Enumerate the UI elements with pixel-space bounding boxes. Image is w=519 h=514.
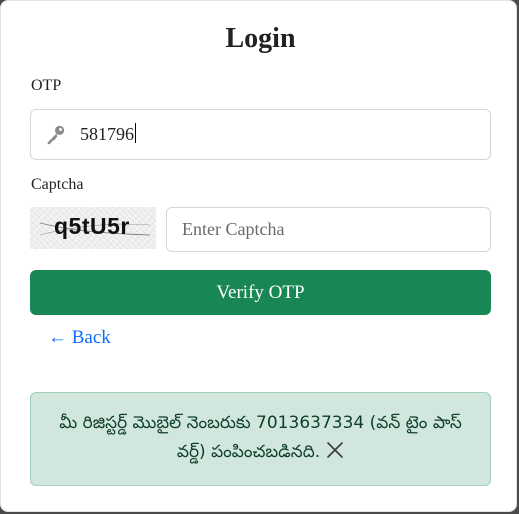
success-alert: మీ రిజిస్టర్డ్ మొబైల్ నెంబరుకు 701363733… <box>30 392 491 486</box>
captcha-input[interactable] <box>166 207 491 252</box>
text-caret <box>135 123 136 143</box>
otp-value: 581796 <box>80 123 136 144</box>
verify-otp-button[interactable]: Verify OTP <box>30 270 491 315</box>
back-link[interactable]: ← Back <box>48 327 111 349</box>
captcha-label: Captcha <box>31 176 84 193</box>
otp-label: OTP <box>31 77 62 94</box>
captcha-text: q5tU5r <box>54 213 130 239</box>
captcha-image: q5tU5r <box>30 207 156 249</box>
login-card: Login OTP 581796 Captcha q5tU5r Verify O… <box>0 0 517 512</box>
alert-message: మీ రిజిస్టర్డ్ మొబైల్ నెంబరుకు 701363733… <box>59 413 462 462</box>
page-title: Login <box>225 23 296 54</box>
otp-field[interactable]: 581796 <box>30 109 491 160</box>
close-icon[interactable] <box>326 441 344 459</box>
key-icon <box>47 125 65 145</box>
